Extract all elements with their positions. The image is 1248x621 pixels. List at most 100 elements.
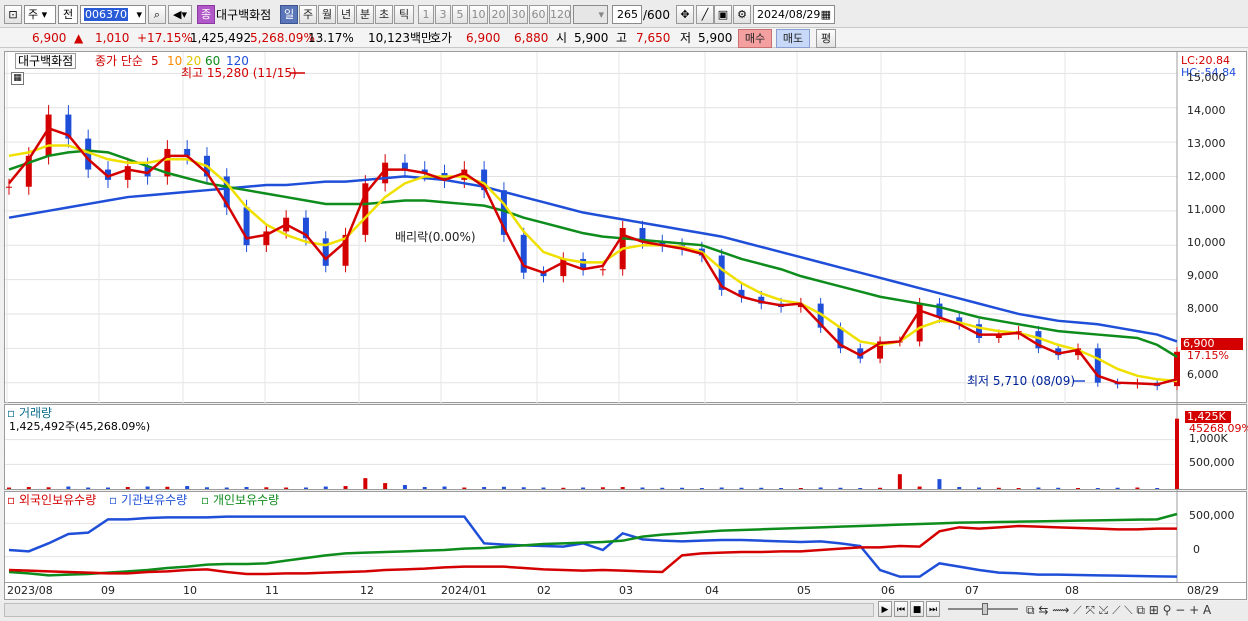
period-week-button[interactable]: 주 — [299, 5, 317, 24]
current-price: 6,900 — [32, 31, 67, 45]
foreign-holding-text: 외국인보유수량 — [18, 493, 97, 507]
ytick-8000: 8,000 — [1187, 302, 1219, 315]
ma-60-line — [8, 149, 1178, 358]
center-annotation: 배리락(0.00%) — [395, 230, 476, 244]
volume-bar — [165, 486, 170, 489]
volume-bar — [878, 487, 883, 489]
sell-button[interactable]: 매도 — [776, 29, 810, 48]
interval-120-button[interactable]: 120 — [549, 5, 571, 24]
volume-bar — [1135, 487, 1140, 489]
quote-bar: 6,900 ▲ 1,010 +17.15% 1,425,492 5,268.09… — [0, 28, 1248, 48]
calendar-icon[interactable]: ▦ — [821, 6, 831, 23]
interval-30-button[interactable]: 30 — [509, 5, 528, 24]
xtick-12: 12 — [360, 584, 374, 597]
zoom-slider-handle[interactable] — [982, 603, 988, 615]
volume-ytick-1000k: 1,000K — [1189, 432, 1228, 445]
volume-bar — [1155, 488, 1160, 489]
count-total: /600 — [643, 8, 670, 22]
gear-icon[interactable]: ⚙ — [733, 5, 751, 24]
crosshair-icon[interactable]: ✥ — [676, 5, 694, 24]
ytick-6000: 6,000 — [1187, 368, 1219, 381]
volume-bar — [482, 487, 487, 489]
volume-bar — [759, 487, 764, 489]
grid-icon[interactable]: ▦ — [11, 72, 24, 85]
up-arrow-icon: ▲ — [74, 31, 84, 45]
low-label: 저 — [680, 31, 692, 45]
chart-stock-name: 대구백화점 — [15, 53, 77, 69]
volume-bar — [264, 487, 269, 489]
candle-body — [45, 114, 52, 156]
volume-bar — [798, 488, 803, 489]
period-month-button[interactable]: 월 — [318, 5, 336, 24]
interval-dropdown[interactable]: ▾ — [573, 5, 608, 24]
date-input[interactable]: 2024/08/29 ▦ — [753, 5, 835, 24]
scroll-right-icon[interactable]: ▶ — [878, 601, 892, 617]
layout-icon[interactable]: ⊡ — [4, 5, 22, 24]
volume-bar — [383, 483, 388, 489]
volume-chart[interactable] — [5, 405, 1248, 491]
volume-bar — [521, 487, 526, 489]
stop-icon[interactable]: ■ — [910, 601, 924, 617]
volume-bar — [125, 487, 130, 489]
ytick-15000: 15,000 — [1187, 71, 1226, 84]
xtick-05: 05 — [797, 584, 811, 597]
volume-bar — [957, 487, 962, 489]
interval-5-button[interactable]: 5 — [452, 5, 468, 24]
interval-3-button[interactable]: 3 — [435, 5, 451, 24]
volume-bar — [462, 487, 467, 489]
volume-bar — [7, 487, 11, 489]
period-tick-button[interactable]: 틱 — [394, 5, 414, 24]
average-button[interactable]: 평 — [816, 29, 836, 48]
volume-bar — [1175, 418, 1179, 489]
holding-chart[interactable] — [5, 492, 1248, 584]
holding-ytick-500000: 500,000 — [1189, 509, 1235, 522]
search-icon[interactable]: ⌕ — [148, 5, 166, 24]
pct-tag: 17.15% — [1187, 349, 1229, 362]
period-minute-button[interactable]: 분 — [356, 5, 374, 24]
ytick-12000: 12,000 — [1187, 170, 1226, 183]
prev-button[interactable]: 전 — [58, 5, 78, 24]
period-year-button[interactable]: 년 — [337, 5, 355, 24]
price-chart[interactable] — [5, 52, 1248, 404]
institution-holding-text: 기관보유수량 — [120, 493, 188, 507]
horizontal-scrollbar[interactable] — [4, 603, 874, 617]
volume-bar — [581, 487, 586, 489]
candle-body — [6, 186, 12, 188]
date-value: 2024/08/29 — [757, 8, 821, 21]
volume-bar — [561, 487, 566, 489]
toolbar: ⊡ 주 ▾ 전 006370 ▾ ⌕ ◀▾ 종 대구백화점 일 주 월 년 분 초… — [0, 0, 1248, 28]
interval-20-button[interactable]: 20 — [489, 5, 508, 24]
volume-pct: 5,268.09% — [250, 31, 315, 45]
volume-bar — [284, 487, 289, 489]
volume-panel[interactable]: ▫ 거래량 1,425,492주(45,268.09%) 1,425K 4526… — [4, 404, 1248, 491]
volume-bar — [719, 487, 724, 489]
volume-bar — [858, 488, 863, 489]
stock-code-input[interactable]: 006370 ▾ — [80, 5, 146, 24]
period-select[interactable]: 주 ▾ — [24, 5, 56, 24]
ytick-10000: 10,000 — [1187, 236, 1226, 249]
interval-10-button[interactable]: 10 — [469, 5, 488, 24]
volume-bar — [620, 487, 625, 489]
interval-1-button[interactable]: 1 — [418, 5, 434, 24]
candle-body — [599, 269, 606, 271]
price-chart-panel[interactable]: 대구백화점 종가 단순 5 10 20 60 120 ▦ 최고 15,280 (… — [4, 51, 1248, 404]
low-annotation: 최저 5,710 (08/09) — [967, 374, 1076, 388]
interval-60-button[interactable]: 60 — [529, 5, 548, 24]
period-day-button[interactable]: 일 — [280, 5, 298, 24]
drawing-tools-icons[interactable]: ⧉ ⇆ ⟿ ⟋ ⤧ ⤩ ⟋ ⟍ ⧉ ⊞ ⚲ − + A — [1026, 602, 1211, 618]
speaker-icon[interactable]: ◀▾ — [168, 5, 192, 24]
last-icon[interactable]: ⏭ — [926, 601, 940, 617]
buy-button[interactable]: 매수 — [738, 29, 772, 48]
period-second-button[interactable]: 초 — [375, 5, 393, 24]
trend-tool-icon[interactable]: ╱ — [696, 5, 714, 24]
count-input[interactable]: 265 — [612, 5, 642, 24]
save-icon[interactable]: ▣ — [714, 5, 732, 24]
xtick-04: 04 — [705, 584, 719, 597]
volume-bar — [1115, 487, 1120, 489]
volume-bar — [600, 487, 605, 489]
stock-type-badge: 종 — [197, 5, 215, 24]
volume-bar — [640, 487, 645, 489]
first-icon[interactable]: ⏮ — [894, 601, 908, 617]
ytick-11000: 11,000 — [1187, 203, 1226, 216]
holding-panel[interactable]: ▫ 외국인보유수량 ▫ 기관보유수량 ▫ 개인보유수량 500,000 0 — [4, 491, 1248, 584]
